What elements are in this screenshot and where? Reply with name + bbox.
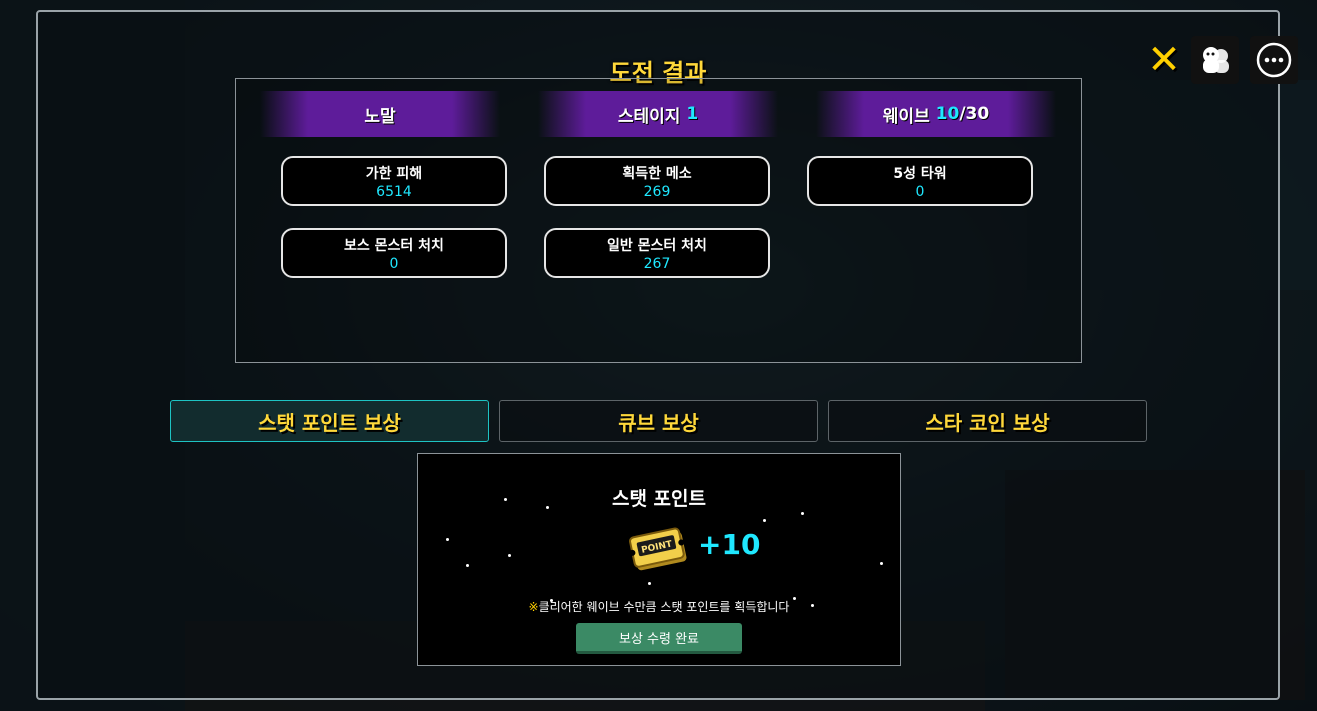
sparkle	[508, 554, 511, 557]
stage-label: 스테이지	[617, 106, 681, 127]
boss-kill-value: 0	[389, 256, 399, 272]
reward-amount: +10	[698, 528, 761, 561]
reward-panel: 스탯 포인트 POINT +10 ※클리어한 웨이브 수만큼 스탯 포인트를 획…	[417, 453, 901, 666]
stage-value: 1	[686, 104, 699, 124]
note-text: 클리어한 웨이브 수만큼 스탯 포인트를 획득합니다	[538, 600, 790, 614]
damage-label: 가한 피해	[365, 166, 423, 182]
tower-stat: 5성 타워 0	[807, 156, 1033, 206]
reward-note: ※클리어한 웨이브 수만큼 스탯 포인트를 획득합니다	[418, 598, 900, 615]
sparkle	[880, 562, 883, 565]
tab-stat-point-reward[interactable]: 스탯 포인트 보상	[170, 400, 489, 442]
meso-label: 획득한 메소	[622, 166, 692, 182]
wave-current: 10	[935, 104, 960, 124]
tab-star-coin-reward[interactable]: 스타 코인 보상	[828, 400, 1147, 442]
damage-value: 6514	[376, 184, 412, 200]
tower-label: 5성 타워	[893, 166, 947, 182]
note-mark: ※	[528, 600, 539, 614]
people-icon[interactable]	[1191, 36, 1239, 84]
reward-title: 스탯 포인트	[611, 488, 706, 510]
wave-total: 30	[965, 104, 990, 124]
sparkle	[466, 564, 469, 567]
difficulty-header: 노말	[260, 91, 500, 137]
sparkle	[801, 512, 804, 515]
normal-kill-label: 일반 몬스터 처치	[607, 238, 707, 254]
damage-stat: 가한 피해 6514	[281, 156, 507, 206]
meso-stat: 획득한 메소 269	[544, 156, 770, 206]
boss-kill-stat: 보스 몬스터 처치 0	[281, 228, 507, 278]
claim-reward-button[interactable]: 보상 수령 완료	[576, 623, 742, 654]
sparkle	[446, 538, 449, 541]
wave-label: 웨이브	[882, 106, 930, 127]
normal-kill-value: 267	[643, 256, 671, 272]
sparkle	[763, 519, 766, 522]
stage-header: 스테이지 1	[538, 91, 778, 137]
tower-value: 0	[915, 184, 925, 200]
boss-kill-label: 보스 몬스터 처치	[344, 238, 444, 254]
meso-value: 269	[643, 184, 671, 200]
sparkle	[648, 582, 651, 585]
close-icon[interactable]: ✕	[1146, 40, 1182, 80]
wave-header: 웨이브 10/30	[816, 91, 1056, 137]
difficulty-label: 노말	[364, 106, 396, 127]
tab-cube-reward[interactable]: 큐브 보상	[499, 400, 818, 442]
result-summary-panel: 노말 스테이지 1 웨이브 10/30 가한 피해 6514 획득한 메소 26…	[235, 78, 1082, 363]
normal-kill-stat: 일반 몬스터 처치 267	[544, 228, 770, 278]
stat-point-coupon-icon: POINT	[629, 527, 687, 571]
more-icon[interactable]	[1250, 36, 1298, 84]
